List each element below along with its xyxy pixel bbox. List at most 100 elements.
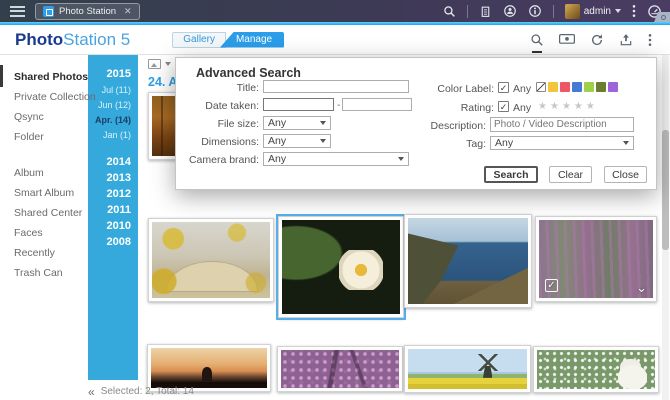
chevron-down-icon <box>320 139 326 143</box>
sidebar-item-recently[interactable]: Recently <box>0 243 88 263</box>
timeline-year-2013[interactable]: 2013 <box>88 170 131 186</box>
camera-brand-value: Any <box>268 153 286 165</box>
photo-windmill-tulips[interactable] <box>404 345 531 393</box>
background-task-icon[interactable] <box>503 4 517 18</box>
avatar[interactable] <box>565 4 580 19</box>
divider <box>467 5 468 18</box>
advanced-search-dialog: Advanced Search Title: Date taken: - Fil… <box>175 57 657 190</box>
logo-secondary: Station 5 <box>63 30 130 49</box>
timeline-year-2011[interactable]: 2011 <box>88 202 131 218</box>
camera-brand-select[interactable]: Any <box>263 152 409 166</box>
search-button[interactable]: Search <box>484 166 538 183</box>
timeline-month-jan[interactable]: Jan (1) <box>88 127 131 142</box>
more-vertical-icon[interactable] <box>632 4 636 18</box>
sidebar-item-faces[interactable]: Faces <box>0 223 88 243</box>
star-icon[interactable]: ★ <box>562 101 571 112</box>
rating-label: Rating: <box>406 102 494 114</box>
view-options-icon <box>148 59 161 69</box>
color-swatch-olive[interactable] <box>596 82 606 92</box>
user-menu[interactable]: admin <box>565 4 621 19</box>
title-input[interactable] <box>263 80 409 93</box>
timeline-year-2014[interactable]: 2014 <box>88 154 131 170</box>
info-icon[interactable] <box>528 4 542 18</box>
upload-icon[interactable] <box>619 33 633 47</box>
date-range-dash: - <box>337 99 341 111</box>
star-icon[interactable]: ★ <box>586 101 595 112</box>
rating-any-checkbox[interactable]: ✓ <box>498 101 509 112</box>
photostation-logo: PhotoStation 5 <box>15 30 130 50</box>
chevron-down-icon <box>623 141 629 145</box>
nas-device-icon[interactable] <box>479 5 492 18</box>
photo-rabbit-meadow[interactable] <box>533 346 659 393</box>
description-input[interactable] <box>490 117 634 132</box>
selection-status: Selected: 2, Total: 14 <box>101 386 194 397</box>
description-label: Description: <box>406 120 486 132</box>
chevron-down-icon[interactable]: ⌄ <box>636 280 647 296</box>
rating-any-label: Any <box>513 102 531 114</box>
star-icon[interactable]: ★ <box>538 101 547 112</box>
star-icon[interactable]: ★ <box>574 101 583 112</box>
photo-lavender-field[interactable]: ✓ ⌄ <box>535 216 657 302</box>
timeline-year-2010[interactable]: 2010 <box>88 218 131 234</box>
sidebar-item-private-collection[interactable]: Private Collection <box>0 87 88 107</box>
tab-gallery[interactable]: Gallery <box>172 32 226 48</box>
photo-coastal-cliffs[interactable] <box>404 214 532 308</box>
date-taken-label: Date taken: <box>176 100 259 112</box>
titlebar: Photo Station ✕ admin <box>0 0 670 22</box>
refresh-icon[interactable] <box>590 33 604 47</box>
photostation-app-icon <box>43 6 54 17</box>
close-icon[interactable]: ✕ <box>124 6 132 17</box>
sidebar-item-shared-center[interactable]: Shared Center <box>0 203 88 223</box>
app-toolbar: PhotoStation 5 Gallery Manage <box>0 25 670 55</box>
color-swatch-blue[interactable] <box>572 82 582 92</box>
search-icon[interactable] <box>443 5 456 18</box>
scrollbar-thumb[interactable] <box>662 130 669 250</box>
photo-park-bridge[interactable] <box>148 218 274 302</box>
dimensions-select[interactable]: Any <box>263 134 331 148</box>
timeline-year-2012[interactable]: 2012 <box>88 186 131 202</box>
color-swatch-none[interactable] <box>536 82 546 92</box>
tab-manage[interactable]: Manage <box>220 32 284 48</box>
color-swatch-red[interactable] <box>560 82 570 92</box>
camera-brand-label: Camera brand: <box>176 154 259 166</box>
photo-cherry-blossom[interactable] <box>277 346 403 392</box>
sidebar: Shared Photos Private Collection Qsync F… <box>0 55 88 400</box>
dialog-title: Advanced Search <box>196 66 301 80</box>
sidebar-item-qsync[interactable]: Qsync <box>0 107 88 127</box>
photo-sunset-silhouette[interactable] <box>147 344 271 392</box>
color-swatch-purple[interactable] <box>608 82 618 92</box>
sidebar-item-album[interactable]: Album <box>0 163 88 183</box>
photo-station-window: Photo Station ✕ admin <box>0 0 670 400</box>
clear-button[interactable]: Clear <box>549 166 592 183</box>
username: admin <box>584 6 611 17</box>
checkbox-icon[interactable]: ✓ <box>545 279 558 292</box>
app-tab-photo-station[interactable]: Photo Station ✕ <box>35 3 140 20</box>
file-size-select[interactable]: Any <box>263 116 331 130</box>
search-icon[interactable] <box>530 33 544 47</box>
timeline-panel: 2015 Jul (11) Jun (12) Apr. (14) Jan (1)… <box>88 55 138 380</box>
color-swatch-yellow[interactable] <box>548 82 558 92</box>
main-menu-icon[interactable] <box>10 6 25 17</box>
date-to-input[interactable] <box>342 98 412 111</box>
timeline-month-apr[interactable]: Apr. (14) <box>88 112 131 127</box>
more-vertical-icon[interactable] <box>648 33 652 47</box>
color-swatch-green[interactable] <box>584 82 594 92</box>
sidebar-item-smart-album[interactable]: Smart Album <box>0 183 88 203</box>
collapse-timeline-icon[interactable]: « <box>88 387 95 397</box>
close-button[interactable]: Close <box>604 166 647 183</box>
file-size-value: Any <box>268 117 286 129</box>
divider <box>553 5 554 18</box>
star-icon[interactable]: ★ <box>550 101 559 112</box>
photo-water-lily[interactable] <box>278 216 404 318</box>
date-from-input[interactable] <box>263 98 334 111</box>
sidebar-item-folder[interactable]: Folder <box>0 127 88 147</box>
chevron-down-icon <box>615 9 621 13</box>
timeline-year-2015[interactable]: 2015 <box>88 66 131 82</box>
view-options-menu[interactable] <box>148 59 171 69</box>
sidebar-item-shared-photos[interactable]: Shared Photos <box>0 67 88 87</box>
slideshow-icon[interactable] <box>559 33 575 46</box>
sidebar-item-trash-can[interactable]: Trash Can <box>0 263 88 283</box>
color-any-checkbox[interactable]: ✓ <box>498 82 509 93</box>
tag-select[interactable]: Any <box>490 136 634 150</box>
timeline-year-2008[interactable]: 2008 <box>88 234 131 250</box>
